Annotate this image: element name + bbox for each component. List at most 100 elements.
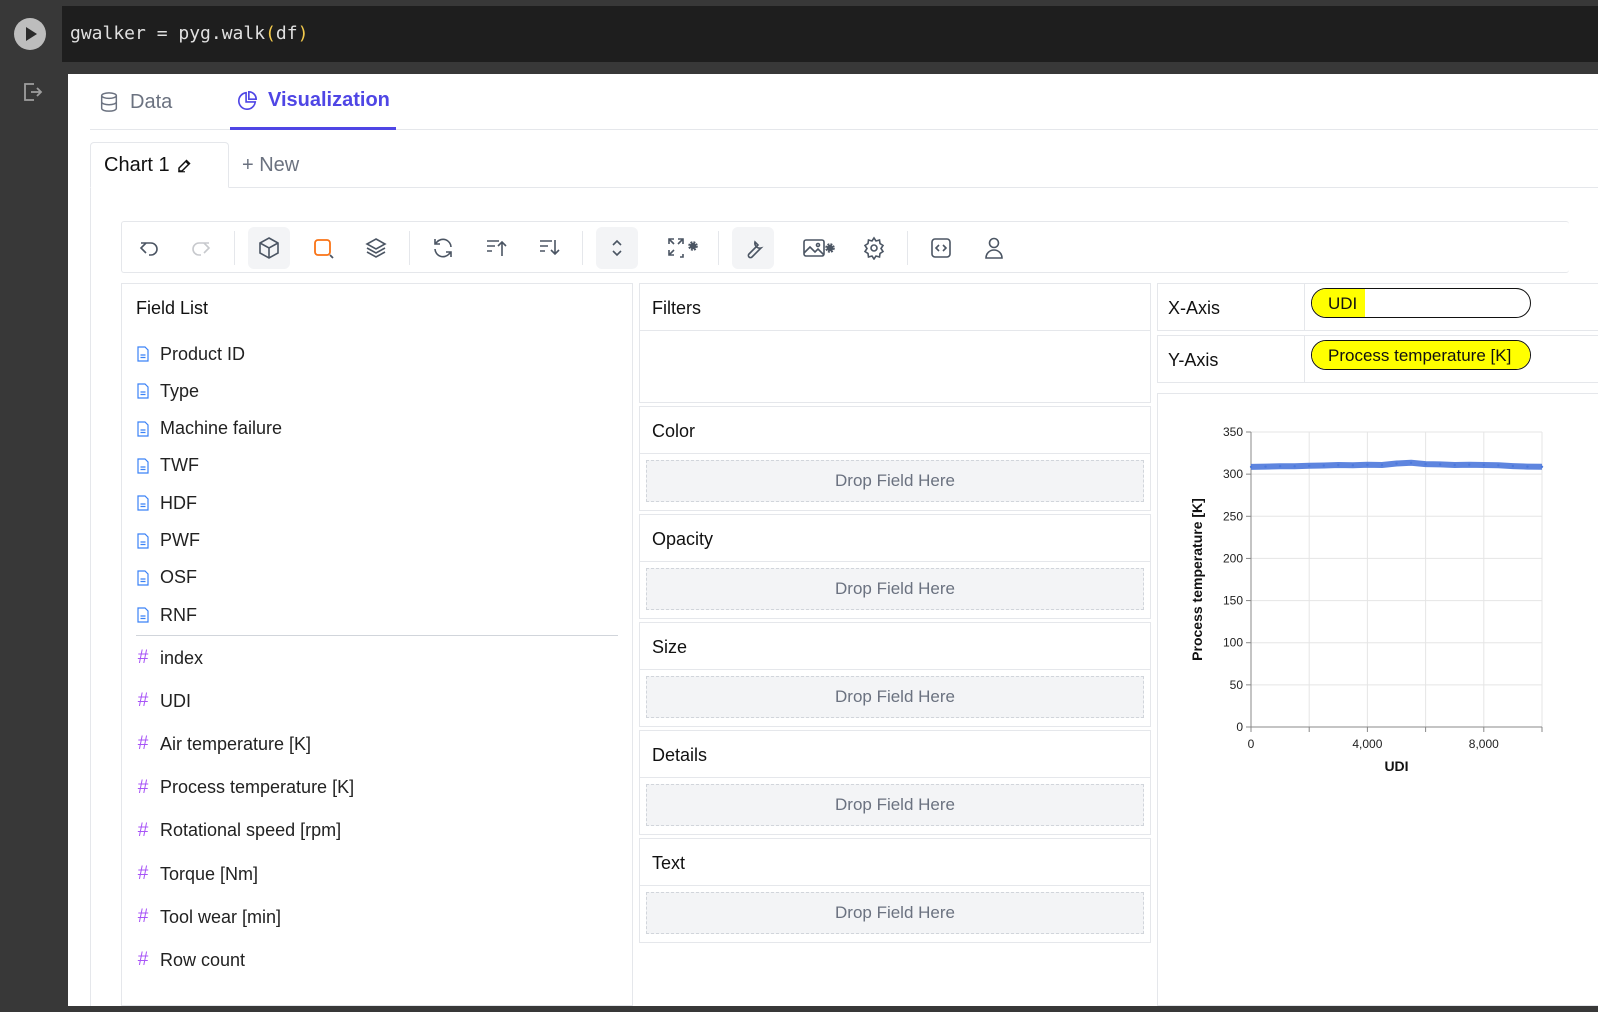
new-chart-button[interactable]: + New (242, 142, 299, 188)
data-point (1468, 463, 1471, 466)
filters-drop-area[interactable] (640, 331, 1150, 401)
data-point (1511, 464, 1515, 468)
text-drop-zone[interactable]: Drop Field Here (646, 892, 1144, 934)
dimension-field[interactable]: RNF (136, 601, 197, 629)
x-tick-label: 0 (1248, 737, 1255, 751)
y-tick-label: 200 (1223, 551, 1243, 565)
x-tick-label: 8,000 (1469, 737, 1499, 751)
dimension-field[interactable]: Product ID (136, 340, 245, 368)
number-field-icon: # (137, 776, 149, 798)
opacity-drop-zone[interactable]: Drop Field Here (646, 568, 1144, 610)
data-point (1409, 461, 1413, 465)
database-icon (100, 92, 118, 112)
layout-mode-button[interactable] (654, 227, 710, 269)
edit-icon[interactable] (176, 156, 194, 174)
text-field-icon (137, 532, 149, 549)
chart-canvas: 0 50 100 150 200 250 300 350 0 4,000 8,000 UDI Proce… (1157, 393, 1598, 1006)
text-shelf: Text Drop Field Here (639, 838, 1151, 943)
field-name: index (160, 647, 204, 668)
redo-icon (192, 242, 211, 256)
data-point (1380, 463, 1384, 467)
tab-data[interactable]: Data (98, 74, 172, 130)
user-icon (985, 237, 1003, 259)
undo-button[interactable] (128, 227, 170, 269)
size-title: Size (640, 623, 1150, 670)
export-image-button[interactable] (790, 227, 846, 269)
chevron-updown-icon (612, 239, 622, 257)
axis-resize-button[interactable] (596, 227, 638, 269)
text-field-icon (137, 458, 149, 474)
dimension-field[interactable]: HDF (136, 489, 197, 517)
line-chart[interactable]: 0 50 100 150 200 250 300 350 0 4,000 8,000 UDI Proce… (1158, 394, 1598, 1007)
data-point (1264, 465, 1267, 468)
stack-button[interactable] (355, 227, 397, 269)
text-field-icon (137, 383, 149, 399)
color-drop-zone[interactable]: Drop Field Here (646, 460, 1144, 502)
field-name: PWF (160, 530, 200, 550)
tab-data-label: Data (130, 90, 173, 113)
y-axis-slot[interactable]: Process temperature [K] (1304, 336, 1598, 382)
y-axis-field-pill[interactable]: Process temperature [K] (1311, 340, 1531, 370)
toolbar-divider (907, 231, 908, 265)
field-name: RNF (160, 604, 197, 625)
y-axis-field-name: Process temperature [K] (1312, 341, 1530, 369)
brush-select-button[interactable] (302, 227, 344, 269)
measure-field[interactable]: # Process temperature [K] (136, 774, 354, 802)
mark-type-button[interactable] (248, 227, 290, 269)
text-field-icon (137, 570, 149, 586)
data-point (1395, 462, 1398, 465)
sort-ascending-button[interactable] (475, 227, 517, 269)
y-tick-label: 150 (1223, 594, 1243, 608)
redo-button[interactable] (180, 227, 222, 269)
chart-tab-current[interactable]: Chart 1 (90, 142, 229, 188)
config-tools-button[interactable] (732, 227, 774, 269)
field-name: Machine failure (160, 418, 283, 439)
number-field-icon: # (137, 819, 149, 841)
transpose-button[interactable] (422, 227, 464, 269)
settings-button[interactable] (853, 227, 895, 269)
dimension-field[interactable]: PWF (136, 527, 200, 555)
user-button[interactable] (973, 227, 1015, 269)
dimension-field[interactable]: Machine failure (136, 415, 282, 443)
size-drop-zone[interactable]: Drop Field Here (646, 676, 1144, 718)
number-field-icon: # (137, 863, 149, 884)
measure-field[interactable]: # Rotational speed [rpm] (136, 817, 341, 845)
text-field-icon (137, 607, 149, 623)
refresh-icon (434, 238, 452, 258)
measure-field[interactable]: # index (136, 644, 203, 672)
graphic-walker-panel: Data Visualization Chart 1 + New Field L… (68, 74, 1598, 1006)
y-axis-label: Y-Axis (1168, 350, 1219, 370)
export-code-button[interactable] (920, 227, 962, 269)
measure-field[interactable]: # UDI (136, 687, 191, 715)
text-field-icon (137, 495, 149, 511)
measure-field[interactable]: # Tool wear [min] (136, 903, 281, 931)
data-point (1278, 465, 1282, 468)
details-drop-zone[interactable]: Drop Field Here (646, 784, 1144, 826)
measure-field[interactable]: # Torque [Nm] (136, 860, 258, 888)
output-exit-icon[interactable] (20, 80, 44, 104)
x-axis-field-name: UDI (1312, 289, 1366, 317)
field-name: UDI (160, 690, 191, 711)
dimension-field[interactable]: TWF (136, 452, 199, 480)
field-name: Product ID (160, 343, 246, 364)
size-shelf: Size Drop Field Here (639, 622, 1151, 727)
dimension-field[interactable]: Type (136, 377, 199, 405)
run-cell-button[interactable] (14, 18, 46, 50)
y-tick-label: 250 (1223, 509, 1243, 523)
data-point (1453, 463, 1456, 467)
dimension-field[interactable]: OSF (136, 564, 197, 592)
tab-visualization[interactable]: Visualization (230, 74, 396, 130)
cube-icon (259, 237, 279, 259)
filters-shelf: Filters (639, 283, 1151, 403)
x-axis-slot[interactable]: UDI (1304, 284, 1598, 330)
field-name: Type (160, 380, 200, 401)
y-tick-label: 100 (1223, 636, 1243, 650)
measure-field[interactable]: # Row count (136, 946, 245, 974)
x-axis-label: X-Axis (1168, 298, 1221, 318)
measure-field[interactable]: # Air temperature [K] (136, 730, 311, 758)
sort-descending-button[interactable] (528, 227, 570, 269)
undo-icon (139, 242, 158, 256)
opacity-title: Opacity (640, 515, 1150, 562)
field-name: Rotational speed [rpm] (160, 820, 342, 841)
x-axis-field-pill[interactable]: UDI (1311, 288, 1531, 318)
